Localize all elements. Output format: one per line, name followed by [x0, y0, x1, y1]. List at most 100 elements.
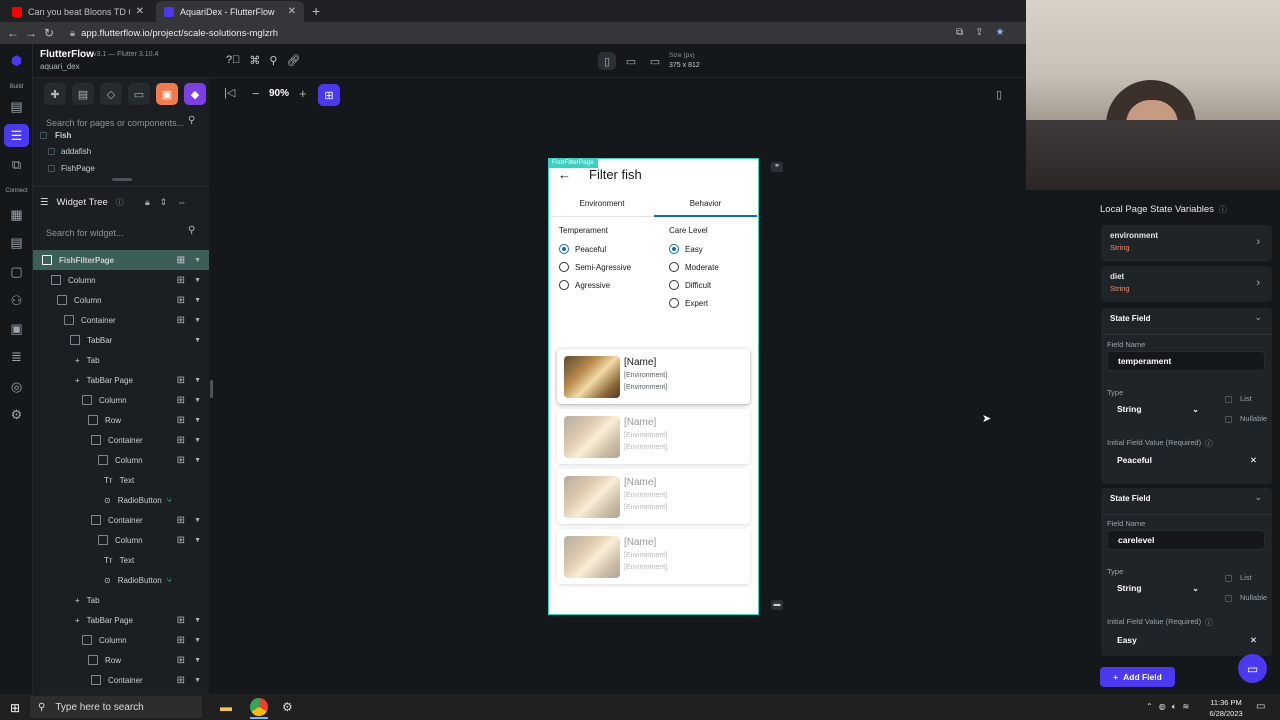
- volume-icon[interactable]: 🔈︎: [1172, 702, 1177, 712]
- forward-icon[interactable]: →: [22, 26, 40, 40]
- browser-tab-youtube[interactable]: Can you beat Bloons TD 6 with C ✕: [4, 1, 152, 22]
- settings-gear-icon[interactable]: ⚙: [8, 406, 25, 423]
- type-dropdown[interactable]: String ⌄: [1107, 579, 1207, 597]
- chrome-icon[interactable]: [250, 698, 268, 716]
- file-explorer-icon[interactable]: ▬: [220, 700, 232, 714]
- dropdown-icon[interactable]: ▼: [194, 517, 201, 524]
- tree-node[interactable]: Container ⊞ ▼: [33, 430, 209, 450]
- theme-icon[interactable]: ◎: [8, 378, 25, 395]
- action-icon[interactable]: ⊞: [177, 535, 185, 546]
- help-icon[interactable]: ?⃝: [226, 54, 240, 67]
- tree-node[interactable]: Tт Text: [33, 470, 209, 490]
- dropdown-icon[interactable]: ▼: [194, 277, 201, 284]
- gem-icon[interactable]: ◆: [184, 83, 206, 105]
- fish-card[interactable]: [Name] [Environment] [Environment]: [557, 529, 750, 584]
- add-field-button[interactable]: + Add Field: [1100, 667, 1175, 687]
- browser-tab-flutterflow[interactable]: AquariDex - FlutterFlow ✕: [156, 1, 304, 22]
- tree-node[interactable]: ⊙ RadioButton ⑂: [33, 490, 209, 510]
- tree-node[interactable]: Tт Text: [33, 550, 209, 570]
- panel-scrollbar[interactable]: [210, 380, 213, 398]
- zoom-in-icon[interactable]: +: [299, 86, 307, 101]
- action-icon[interactable]: ⊞: [177, 435, 185, 446]
- tree-node[interactable]: Column ⊞ ▼: [33, 450, 209, 470]
- link-icon[interactable]: ⚭: [771, 162, 783, 172]
- dropdown-icon[interactable]: ▼: [194, 397, 201, 404]
- tree-node[interactable]: Column ⊞ ▼: [33, 630, 209, 650]
- tab-environment[interactable]: Environment: [550, 199, 654, 208]
- tree-node[interactable]: Container ⊞ ▼: [33, 310, 209, 330]
- radio-option[interactable]: Difficult: [669, 276, 719, 294]
- dropdown-icon[interactable]: ▼: [194, 657, 201, 664]
- tree-node[interactable]: Column ⊞ ▼: [33, 290, 209, 310]
- tree-node-page[interactable]: FishFilterPage ⊞ ▼: [33, 250, 209, 270]
- action-icon[interactable]: ⊞: [177, 455, 185, 466]
- action-icon[interactable]: ⊞: [177, 655, 185, 666]
- dropdown-icon[interactable]: ▼: [194, 317, 201, 324]
- api-calls-icon[interactable]: ▤: [8, 234, 25, 251]
- list-checkbox[interactable]: List: [1225, 394, 1252, 403]
- zoom-out-icon[interactable]: −: [252, 86, 260, 101]
- action-icon[interactable]: ⊞: [177, 415, 185, 426]
- firestore-icon[interactable]: ▦: [8, 206, 25, 223]
- clear-icon[interactable]: ✕: [1250, 635, 1257, 646]
- field-name-input[interactable]: carelevel: [1107, 530, 1265, 550]
- collapse-panel-icon[interactable]: |◁: [224, 86, 235, 99]
- folder-icon[interactable]: ▭: [128, 83, 150, 105]
- fish-card[interactable]: [Name] [Environment] [Environment]: [557, 469, 750, 524]
- initial-value-input[interactable]: Easy ✕: [1107, 630, 1265, 650]
- radio-option[interactable]: Agressive: [559, 276, 631, 294]
- tab-behavior[interactable]: Behavior: [654, 199, 757, 208]
- radio-option[interactable]: Semi-Agressive: [559, 258, 631, 276]
- chevron-down-icon[interactable]: ⌄: [1254, 492, 1262, 503]
- page-state-icon[interactable]: ▣: [156, 83, 178, 105]
- clear-icon[interactable]: ✕: [1250, 455, 1257, 466]
- action-icon[interactable]: ⊞: [177, 375, 185, 386]
- initial-value-input[interactable]: Peaceful ✕: [1107, 450, 1265, 470]
- notification-icon[interactable]: ▭: [1256, 701, 1265, 712]
- dropdown-icon[interactable]: ▼: [194, 297, 201, 304]
- dropdown-icon[interactable]: ▼: [194, 617, 201, 624]
- tree-node[interactable]: Container ⊞ ▼: [33, 670, 209, 690]
- nullable-checkbox[interactable]: Nullable: [1225, 414, 1267, 423]
- pages-icon[interactable]: ▤: [8, 98, 25, 115]
- phone-preview-icon[interactable]: ▯: [996, 88, 1002, 101]
- tree-node[interactable]: Column ⊞ ▼: [33, 270, 209, 290]
- dropdown-icon[interactable]: ▼: [194, 637, 201, 644]
- search-icon[interactable]: ⚲: [269, 54, 277, 67]
- team-icon[interactable]: ⚇: [8, 292, 25, 309]
- tree-node[interactable]: Row ⊞ ▼: [33, 410, 209, 430]
- media-assets-icon[interactable]: ▣: [8, 320, 25, 337]
- close-tab-icon[interactable]: ✕: [136, 6, 144, 17]
- action-icon[interactable]: ⊞: [177, 275, 185, 286]
- phone-device-icon[interactable]: ▯: [598, 52, 616, 70]
- chevron-down-icon[interactable]: ⌄: [1254, 312, 1262, 323]
- share-icon[interactable]: ⇪: [975, 27, 983, 38]
- tray-arrow-icon[interactable]: ⌃: [1146, 702, 1153, 712]
- preview-mode-icon[interactable]: ⊞: [318, 84, 340, 106]
- tree-node[interactable]: + Tab: [33, 350, 209, 370]
- lock-icon[interactable]: 🔒︎: [145, 197, 150, 208]
- open-external-icon[interactable]: ⧉: [956, 27, 963, 38]
- tree-node[interactable]: Row ⊞ ▼: [33, 650, 209, 670]
- widget-search-input[interactable]: Search for widget...: [40, 224, 205, 242]
- action-icon[interactable]: ⊞: [177, 515, 185, 526]
- action-icon[interactable]: ⊞: [177, 315, 185, 326]
- dropdown-icon[interactable]: ▼: [194, 457, 201, 464]
- cloud-functions-icon[interactable]: ▢: [8, 263, 25, 280]
- tree-node[interactable]: + TabBar Page ⊞ ▼: [33, 610, 209, 630]
- app-values-icon[interactable]: ≣: [8, 348, 25, 365]
- type-dropdown[interactable]: String ⌄: [1107, 400, 1207, 418]
- bookmark-star-icon[interactable]: ★: [996, 27, 1005, 38]
- dropdown-icon[interactable]: ▼: [194, 417, 201, 424]
- add-widget-icon[interactable]: ✚: [44, 83, 66, 105]
- close-tab-icon[interactable]: ✕: [288, 6, 296, 17]
- keyboard-icon[interactable]: ▬: [771, 600, 783, 610]
- radio-option[interactable]: Expert: [669, 294, 719, 312]
- dropdown-icon[interactable]: ▼: [194, 537, 201, 544]
- tree-node[interactable]: Container ⊞ ▼: [33, 510, 209, 530]
- components-icon[interactable]: ◇: [100, 83, 122, 105]
- radio-option[interactable]: Easy: [669, 240, 719, 258]
- field-name-input[interactable]: temperament: [1107, 351, 1265, 371]
- link-icon[interactable]: 🔗︎: [286, 54, 300, 67]
- tablet-device-icon[interactable]: ▭: [622, 52, 640, 70]
